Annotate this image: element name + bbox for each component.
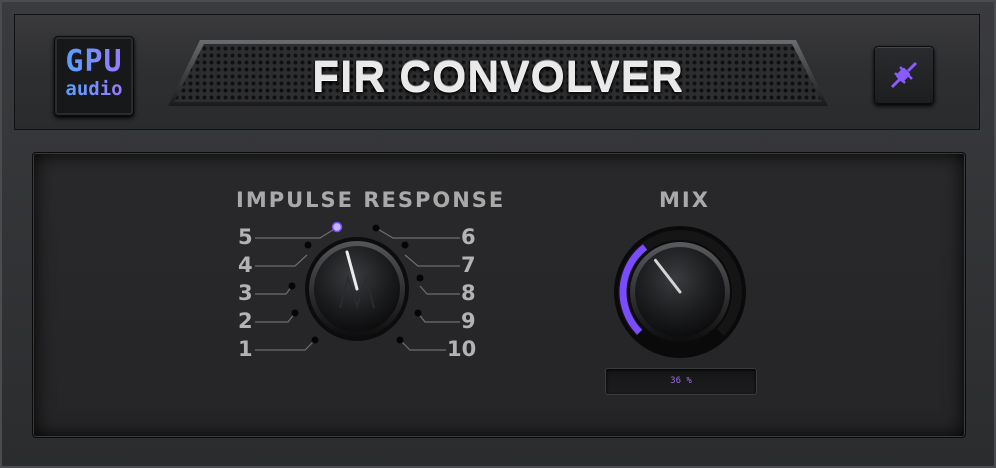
plug-icon [890, 61, 918, 89]
gpu-audio-logo: GPU audio [54, 36, 134, 116]
impulse-response-label: IMPULSE RESPONSE [236, 188, 506, 212]
logo-text-gpu: GPU [55, 47, 133, 77]
title-plate: FIR CONVOLVER [166, 38, 830, 108]
mix-value-readout: 36 % [605, 368, 757, 395]
mix-knob[interactable] [610, 222, 750, 362]
ir-position-2[interactable]: 2 [238, 309, 253, 333]
ir-position-7[interactable]: 7 [461, 253, 476, 277]
ir-position-6[interactable]: 6 [461, 225, 476, 249]
ir-position-9[interactable]: 9 [461, 309, 476, 333]
ir-position-5[interactable]: 5 [238, 225, 253, 249]
ir-position-1[interactable]: 1 [238, 337, 253, 361]
mix-label: MIX [659, 188, 710, 212]
impulse-response-knob[interactable] [302, 234, 412, 344]
bypass-button[interactable] [874, 46, 934, 104]
ir-position-10[interactable]: 10 [447, 337, 476, 361]
ir-position-8[interactable]: 8 [461, 281, 476, 305]
logo-text-audio: audio [55, 79, 133, 99]
app-title: FIR CONVOLVER [312, 52, 684, 101]
ir-position-3[interactable]: 3 [238, 281, 253, 305]
ir-position-4[interactable]: 4 [238, 253, 253, 277]
